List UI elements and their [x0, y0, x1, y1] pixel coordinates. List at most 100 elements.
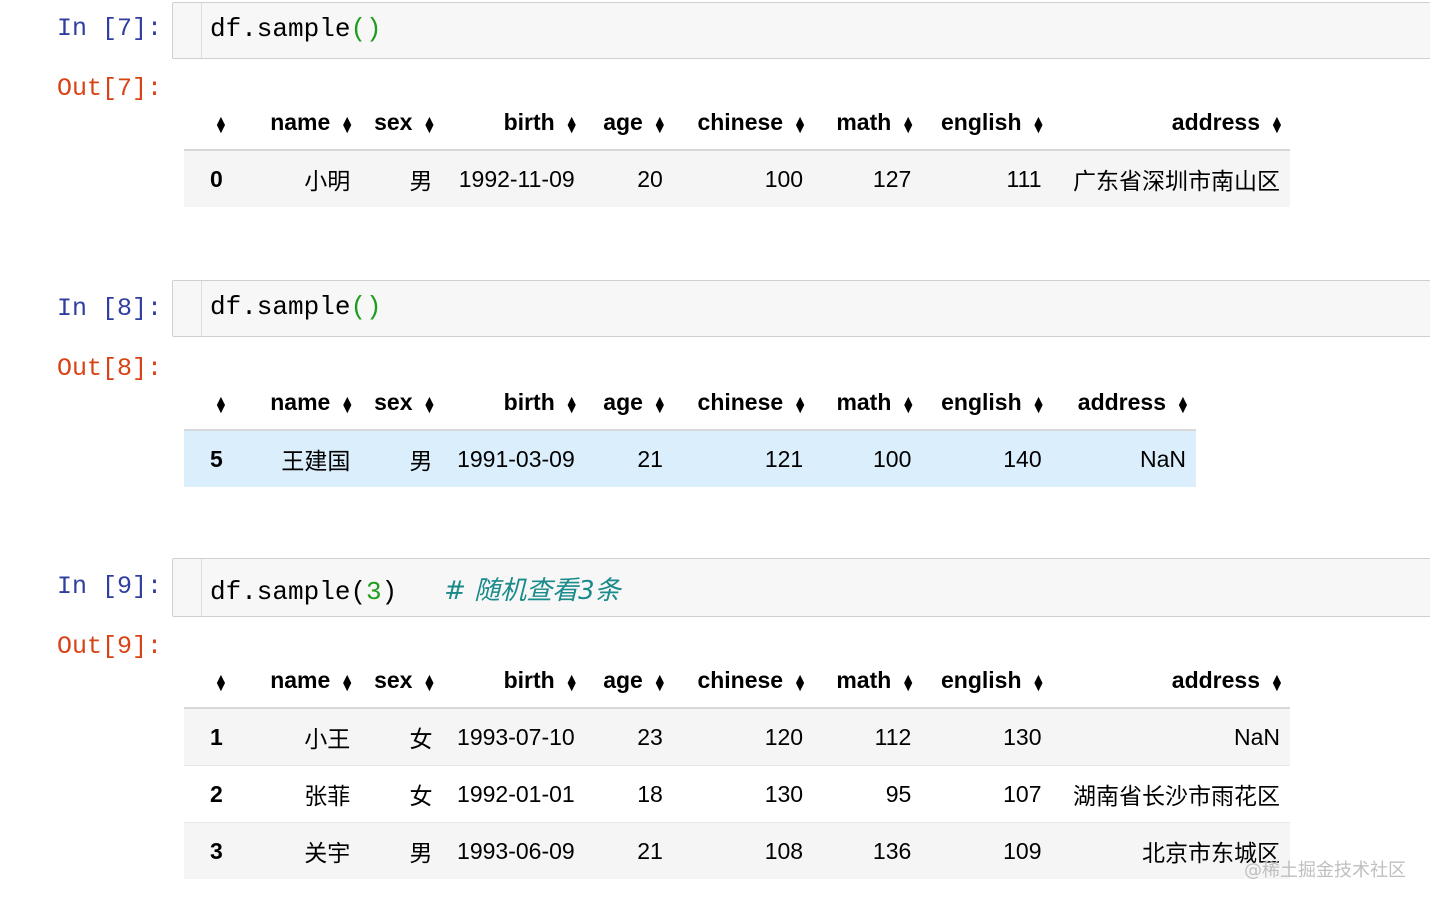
column-header-chinese[interactable]: chinese ▲ ▼ [672, 96, 814, 151]
sort-icon[interactable]: ▲ ▼ [214, 113, 228, 135]
cell-english: 130 [921, 708, 1052, 766]
sort-icon[interactable]: ▲ ▼ [793, 671, 807, 693]
cell-age: 21 [584, 822, 673, 879]
sort-icon[interactable]: ▲ ▼ [340, 113, 354, 135]
cell-address: 湖南省长沙市雨花区 [1051, 765, 1290, 823]
sort-icon[interactable]: ▲ ▼ [1270, 113, 1284, 135]
code-text[interactable]: df.sample() [210, 292, 382, 322]
table-row-hovered: 5 王建国 男 1991-03-09 21 121 100 140 NaN [184, 430, 1196, 487]
sort-icon[interactable]: ▲ ▼ [422, 671, 436, 693]
sort-icon[interactable]: ▲ ▼ [422, 393, 436, 415]
table-header-row: ▲ ▼ name ▲ ▼ sex ▲ ▼ birth ▲ ▼ age ▲ ▼ chinese ▲ ▼ … [184, 376, 1196, 431]
code-paren: ) [366, 14, 382, 44]
code-paren: ( [350, 14, 367, 44]
sort-icon[interactable]: ▲ ▼ [901, 671, 915, 693]
cell-birth: 1993-06-09 [442, 822, 585, 879]
cell-sex: 男 [360, 150, 443, 207]
column-header-address[interactable]: address ▲ ▼ [1051, 376, 1196, 431]
sort-icon[interactable]: ▲ ▼ [653, 671, 667, 693]
sort-icon[interactable]: ▲ ▼ [340, 671, 354, 693]
table-row: 0 小明 男 1992-11-09 20 100 127 111 广东省深圳市南… [184, 150, 1290, 207]
cell-name: 小王 [260, 708, 361, 766]
column-header-sex[interactable]: sex ▲ ▼ [360, 376, 443, 431]
cell-age: 18 [584, 765, 673, 823]
sort-icon[interactable]: ▲ ▼ [565, 113, 579, 135]
code-function: df.sample [210, 14, 351, 44]
column-header-sex[interactable]: sex ▲ ▼ [360, 96, 443, 151]
sort-icon[interactable]: ▲ ▼ [901, 393, 915, 415]
sort-icon[interactable]: ▲ ▼ [1176, 393, 1190, 415]
code-paren: ( [350, 577, 367, 607]
cell-chinese: 100 [672, 150, 814, 207]
column-header-age[interactable]: age ▲ ▼ [584, 376, 673, 431]
column-header-birth[interactable]: birth ▲ ▼ [442, 96, 585, 151]
column-header-name[interactable]: name ▲ ▼ [260, 96, 361, 151]
column-header-chinese[interactable]: chinese ▲ ▼ [672, 654, 814, 709]
code-input[interactable]: df.sample(3) # 随机查看3条 [172, 558, 1430, 617]
column-header-english[interactable]: english ▲ ▼ [921, 96, 1052, 151]
cell-sex: 女 [360, 765, 443, 823]
code-text[interactable]: df.sample() [210, 14, 382, 44]
cell-address: NaN [1051, 430, 1196, 487]
column-header-math[interactable]: math ▲ ▼ [813, 654, 922, 709]
cell-english: 111 [921, 150, 1052, 207]
column-header-math[interactable]: math ▲ ▼ [813, 376, 922, 431]
sort-icon[interactable]: ▲ ▼ [793, 113, 807, 135]
cell-chinese: 108 [672, 822, 814, 879]
column-header-chinese[interactable]: chinese ▲ ▼ [672, 376, 814, 431]
code-argument: 3 [366, 577, 382, 607]
watermark: @稀土掘金技术社区 [1244, 860, 1406, 881]
sort-icon[interactable]: ▲ ▼ [565, 393, 579, 415]
cell-address: NaN [1051, 708, 1290, 766]
cell-gutter [173, 3, 202, 58]
cell-math: 112 [813, 708, 922, 766]
column-header-age[interactable]: age ▲ ▼ [584, 96, 673, 151]
column-header-sex[interactable]: sex ▲ ▼ [360, 654, 443, 709]
cell-math: 100 [813, 430, 922, 487]
column-header-math[interactable]: math ▲ ▼ [813, 96, 922, 151]
cell-sex: 女 [360, 708, 443, 766]
cell-chinese: 130 [672, 765, 814, 823]
code-text[interactable]: df.sample(3) # 随机查看3条 [210, 570, 621, 607]
cell-address: 广东省深圳市南山区 [1051, 150, 1290, 207]
column-header-birth[interactable]: birth ▲ ▼ [442, 654, 585, 709]
index-header[interactable]: ▲ ▼ [184, 376, 261, 431]
code-paren: ( [350, 292, 367, 322]
column-header-english[interactable]: english ▲ ▼ [921, 376, 1052, 431]
sort-icon[interactable]: ▲ ▼ [793, 393, 807, 415]
cell-math: 95 [813, 765, 922, 823]
sort-icon[interactable]: ▲ ▼ [653, 393, 667, 415]
index-header[interactable]: ▲ ▼ [184, 96, 261, 151]
sort-icon[interactable]: ▲ ▼ [1032, 113, 1046, 135]
column-header-address[interactable]: address ▲ ▼ [1051, 654, 1290, 709]
row-index: 0 [184, 150, 261, 207]
cell-english: 109 [921, 822, 1052, 879]
sort-icon[interactable]: ▲ ▼ [214, 671, 228, 693]
sort-icon[interactable]: ▲ ▼ [1032, 671, 1046, 693]
column-header-age[interactable]: age ▲ ▼ [584, 654, 673, 709]
column-header-name[interactable]: name ▲ ▼ [260, 654, 361, 709]
table-row: 3 关宇 男 1993-06-09 21 108 136 109 北京市东城区 [184, 822, 1290, 879]
sort-icon[interactable]: ▲ ▼ [1032, 393, 1046, 415]
sort-icon[interactable]: ▲ ▼ [901, 113, 915, 135]
sort-icon[interactable]: ▲ ▼ [1270, 671, 1284, 693]
cell-age: 21 [584, 430, 673, 487]
output-prompt: Out[8]: [56, 354, 162, 383]
sort-icon[interactable]: ▲ ▼ [422, 113, 436, 135]
sort-icon[interactable]: ▲ ▼ [340, 393, 354, 415]
cell-english: 140 [921, 430, 1052, 487]
column-header-address[interactable]: address ▲ ▼ [1051, 96, 1290, 151]
index-header[interactable]: ▲ ▼ [184, 654, 261, 709]
sort-icon[interactable]: ▲ ▼ [653, 113, 667, 135]
column-header-name[interactable]: name ▲ ▼ [260, 376, 361, 431]
code-input[interactable]: df.sample() [172, 280, 1430, 337]
sort-icon[interactable]: ▲ ▼ [565, 671, 579, 693]
sort-icon[interactable]: ▲ ▼ [214, 393, 228, 415]
code-input[interactable]: df.sample() [172, 2, 1430, 59]
code-function: df.sample [210, 292, 351, 322]
table-row: 1 小王 女 1993-07-10 23 120 112 130 NaN [184, 708, 1290, 766]
column-header-english[interactable]: english ▲ ▼ [921, 654, 1052, 709]
cell-name: 小明 [260, 150, 361, 207]
column-header-birth[interactable]: birth ▲ ▼ [442, 376, 585, 431]
row-index: 2 [184, 765, 261, 823]
